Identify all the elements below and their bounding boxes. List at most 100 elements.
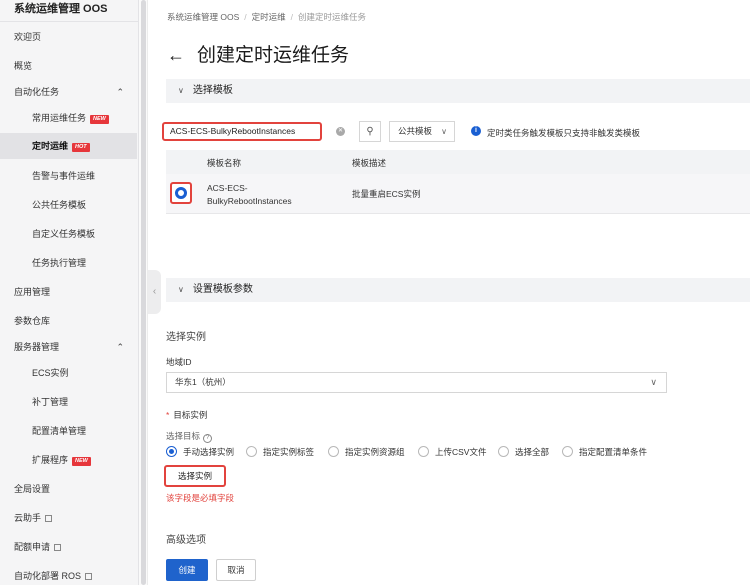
section-header-select-template[interactable]: ∨ 选择模板 (166, 79, 750, 103)
section-title: 选择模板 (192, 85, 233, 96)
required-marker: * (166, 410, 170, 420)
sidebar-item-label: 配置清单管理 (32, 426, 87, 436)
breadcrumb-item-scheduled-ops[interactable]: 定时运维 (252, 12, 286, 22)
page-title-text: 创建定时运维任务 (197, 45, 350, 66)
sidebar-item-app-management[interactable]: 应用管理 (0, 279, 137, 305)
clear-icon[interactable]: ✕ (336, 127, 345, 136)
sidebar-item-label: 扩展程序 (32, 455, 69, 465)
external-link-icon (85, 573, 93, 580)
chevron-down-icon: ∨ (178, 285, 184, 294)
sidebar-item-patch-management[interactable]: 补丁管理 (0, 389, 137, 415)
sidebar-item-server-management[interactable]: 服务器管理 ⌃ (0, 334, 137, 360)
radio-label: 手动选择实例 (183, 447, 235, 457)
radio-label: 指定配置清单条件 (579, 447, 648, 457)
main-content: 系统运维管理 OOS / 定时运维 / 创建定时运维任务 ← 创建定时运维任务 ∨ 选择模板… (149, 0, 750, 585)
sidebar-item-quota[interactable]: 配额申请 (0, 534, 137, 560)
table-row[interactable]: ACS-ECS-BulkyRebootInstances 批量重启ECS实例 (166, 174, 750, 214)
section-header-template-params[interactable]: ∨ 设置模板参数 (166, 278, 750, 302)
radio-instance-tags[interactable]: 指定实例标签 (246, 446, 314, 458)
select-instance-button[interactable]: 选择实例 (164, 465, 226, 487)
sidebar-title[interactable]: 系统运维管理 OOS (0, 0, 138, 22)
sidebar-item-label: 公共任务模板 (32, 200, 87, 210)
page-title: ← 创建定时运维任务 (167, 40, 349, 67)
new-badge: NEW (90, 115, 109, 124)
breadcrumb-item-oos[interactable]: 系统运维管理 OOS (167, 12, 239, 22)
radio-unchecked-icon (562, 446, 573, 457)
sidebar-item-label: ECS实例 (32, 368, 69, 378)
sidebar-item-automation[interactable]: 自动化任务 ⌃ (0, 79, 137, 105)
required-field-error: 该字段是必填字段 (166, 493, 235, 503)
sidebar-item-common-tasks[interactable]: 常用运维任务 NEW (0, 105, 137, 131)
table-header: 模板名称 模板描述 (166, 150, 750, 174)
sidebar-item-ros[interactable]: 自动化部署 ROS (0, 563, 137, 585)
sidebar: 系统运维管理 OOS 欢迎页 概览 自动化任务 ⌃ 常用运维任务 NEW 定时运维… (0, 0, 139, 585)
breadcrumb-separator: / (244, 12, 247, 22)
radio-unchecked-icon (246, 446, 257, 457)
sidebar-item-label: 补丁管理 (32, 397, 69, 407)
template-type-value: 公共模板 (398, 126, 433, 136)
sidebar-item-label: 欢迎页 (14, 32, 42, 42)
sidebar-item-label: 配额申请 (14, 542, 51, 552)
sidebar-item-alert-ops[interactable]: 告警与事件运维 (0, 163, 137, 189)
info-text: 定时类任务触发模板只支持非触发类模板 (487, 128, 641, 138)
sidebar-item-public-templates[interactable]: 公共任务模板 (0, 192, 137, 218)
sidebar-item-global-settings[interactable]: 全局设置 (0, 476, 137, 502)
radio-unchecked-icon (498, 446, 509, 457)
target-instance-label: * 目标实例 (166, 409, 207, 421)
breadcrumb-item-current: 创建定时运维任务 (298, 12, 367, 22)
radio-label: 选择全部 (515, 447, 550, 457)
radio-manual-select[interactable]: 手动选择实例 (166, 446, 234, 458)
template-search-input[interactable]: ACS-ECS-BulkyRebootInstances (162, 122, 322, 141)
sidebar-item-label: 参数仓库 (14, 316, 51, 326)
chevron-down-icon: ∨ (650, 377, 657, 387)
sidebar-item-overview[interactable]: 概览 (0, 53, 137, 79)
radio-label: 指定实例资源组 (345, 447, 405, 457)
column-header-desc: 模板描述 (352, 158, 387, 168)
radio-unchecked-icon (418, 446, 429, 457)
template-desc-cell: 批量重启ECS实例 (352, 189, 421, 199)
sidebar-item-custom-templates[interactable]: 自定义任务模板 (0, 221, 137, 247)
sidebar-item-welcome[interactable]: 欢迎页 (0, 24, 137, 50)
radio-label: 上传CSV文件 (435, 447, 487, 457)
select-target-text: 选择目标 (166, 431, 201, 441)
sidebar-item-parameter-store[interactable]: 参数仓库 (0, 308, 137, 334)
sidebar-scrollbar-thumb[interactable] (141, 0, 146, 585)
search-icon: ⚲ (366, 126, 374, 137)
radio-select-all[interactable]: 选择全部 (498, 446, 549, 458)
row-radio[interactable] (170, 182, 192, 204)
chevron-down-icon: ∨ (178, 86, 184, 95)
region-value: 华东1（杭州） (175, 377, 231, 387)
back-arrow-icon[interactable]: ← (167, 45, 185, 66)
external-link-icon (54, 544, 62, 551)
sidebar-item-label: 自动化任务 (14, 87, 60, 97)
sidebar-item-extensions[interactable]: 扩展程序 NEW (0, 447, 137, 473)
sidebar-item-executions[interactable]: 任务执行管理 (0, 250, 137, 276)
cancel-button[interactable]: 取消 (216, 559, 256, 581)
info-icon: i (471, 126, 481, 136)
create-button[interactable]: 创建 (166, 559, 208, 581)
sidebar-item-inventory[interactable]: 配置清单管理 (0, 418, 137, 444)
sidebar-item-ecs-instances[interactable]: ECS实例 (0, 360, 137, 386)
template-type-select[interactable]: 公共模板 ∨ (389, 121, 455, 142)
breadcrumb-separator: / (290, 12, 294, 22)
region-select[interactable]: 华东1（杭州） ∨ (166, 372, 667, 393)
column-header-name: 模板名称 (207, 158, 242, 168)
radio-inventory-condition[interactable]: 指定配置清单条件 (562, 446, 647, 458)
radio-label: 指定实例标签 (263, 447, 315, 457)
hot-badge: HOT (72, 143, 90, 152)
radio-resource-group[interactable]: 指定实例资源组 (328, 446, 405, 458)
template-name-cell: ACS-ECS-BulkyRebootInstances (207, 183, 292, 206)
radio-checked-icon (166, 446, 177, 457)
chevron-up-icon: ⌃ (116, 87, 124, 97)
sidebar-item-label: 自定义任务模板 (32, 229, 96, 239)
select-instance-subtitle: 选择实例 (166, 332, 206, 343)
region-label: 地域ID (166, 357, 192, 367)
sidebar-item-scheduled-ops[interactable]: 定时运维 HOT (0, 133, 137, 159)
advanced-options-title[interactable]: 高级选项 (166, 531, 206, 546)
radio-selected-icon (175, 187, 187, 199)
external-link-icon (45, 515, 53, 522)
search-button[interactable]: ⚲ (359, 121, 381, 142)
radio-upload-csv[interactable]: 上传CSV文件 (418, 446, 486, 458)
sidebar-item-cloud-assistant[interactable]: 云助手 (0, 505, 137, 531)
help-icon[interactable]: ? (203, 434, 213, 443)
